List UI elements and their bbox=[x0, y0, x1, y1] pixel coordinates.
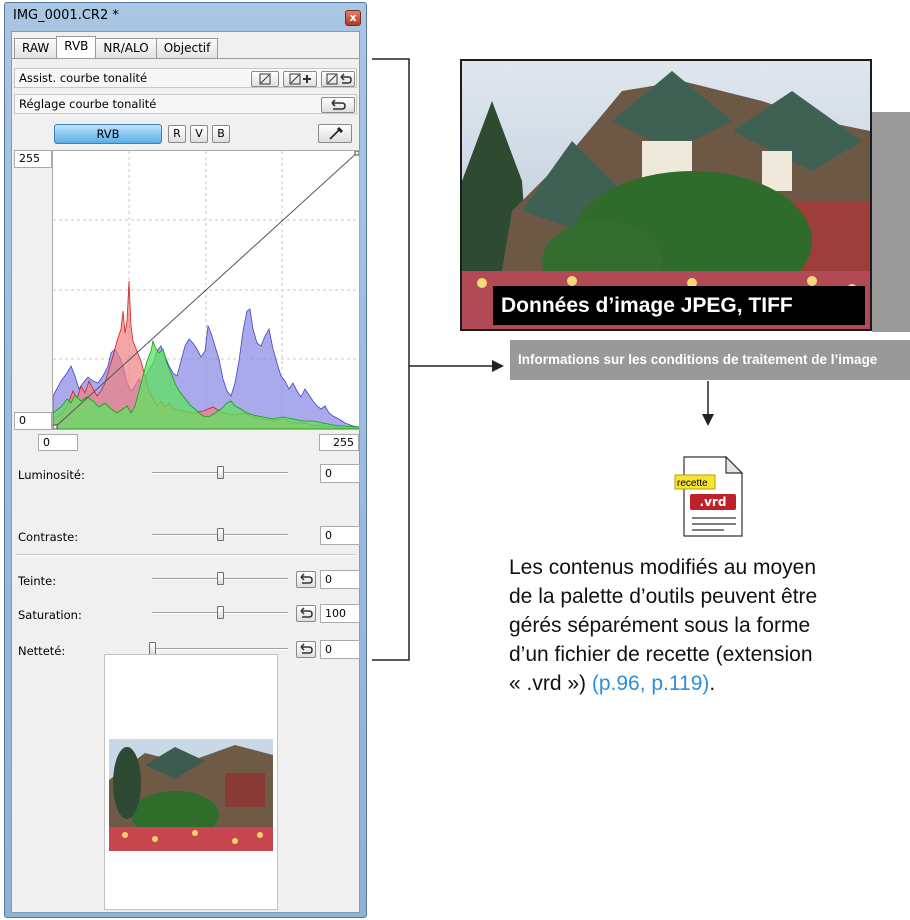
tab-label: RVB bbox=[64, 39, 89, 53]
desc-line-last: « .vrd ») (p.96, p.119). bbox=[509, 669, 910, 698]
arrow-down-icon bbox=[702, 414, 714, 426]
tab-rvb[interactable]: RVB bbox=[56, 36, 97, 58]
desc-end: . bbox=[709, 672, 716, 695]
recipe-file-icon: recette .vrd bbox=[674, 455, 746, 538]
description-text: Les contenus modifiés au moyen de la pal… bbox=[509, 553, 910, 698]
desc-line: Les contenus modifiés au moyen bbox=[509, 556, 817, 579]
desc-line: de la palette d’outils peuvent être bbox=[509, 585, 818, 608]
desc-line: d’un fichier de recette (extension bbox=[509, 643, 813, 666]
processing-info-bar: Informations sur les conditions de trait… bbox=[510, 340, 910, 380]
arrow-right-icon bbox=[492, 360, 504, 372]
recipe-label: recette bbox=[677, 478, 708, 489]
desc-line: gérés séparément sous la forme bbox=[509, 614, 811, 637]
bracket-line bbox=[372, 58, 410, 661]
recipe-extension: .vrd bbox=[700, 495, 727, 509]
page-reference-link[interactable]: (p.96, p.119) bbox=[592, 672, 710, 695]
gray-backdrop bbox=[872, 112, 910, 332]
image-data-caption: Données d’image JPEG, TIFF bbox=[493, 286, 865, 325]
desc-last: « .vrd ») bbox=[509, 672, 587, 695]
document-icon: recette .vrd bbox=[674, 455, 744, 537]
